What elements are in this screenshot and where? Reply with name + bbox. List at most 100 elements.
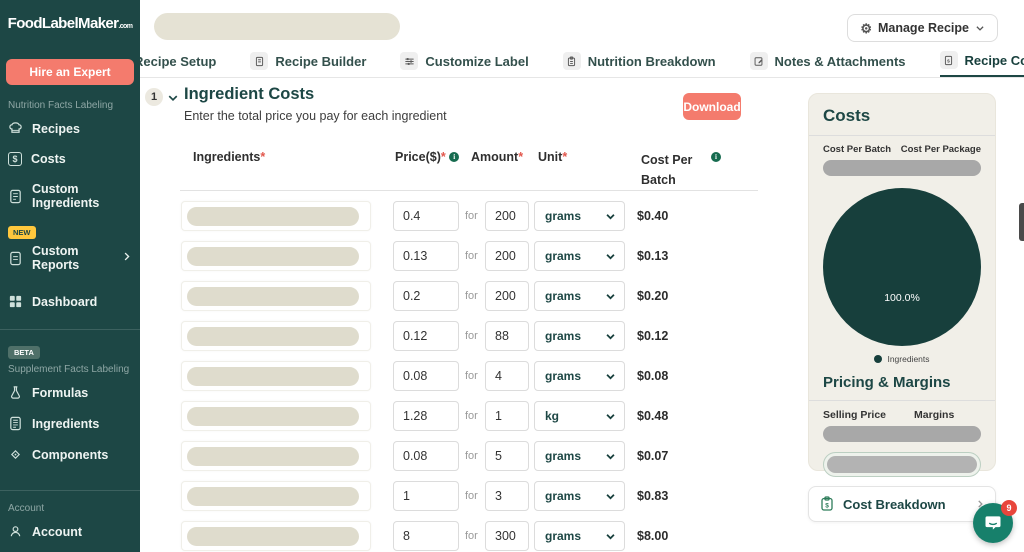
svg-text:$: $ [825, 503, 829, 510]
amount-input[interactable] [485, 521, 529, 551]
sidebar-item-recipes[interactable]: Recipes [0, 113, 140, 144]
ingredient-name-input[interactable] [181, 481, 371, 511]
sidebar-item-account[interactable]: Account [0, 516, 140, 547]
sidebar-item-custom-reports[interactable]: Custom Reports [0, 240, 140, 280]
unit-select[interactable]: grams [534, 201, 625, 231]
amount-input[interactable] [485, 401, 529, 431]
unit-value: grams [545, 329, 605, 343]
price-input[interactable] [393, 201, 459, 231]
for-label: for [465, 250, 478, 262]
unit-value: kg [545, 409, 605, 423]
cost-per-batch-value: $0.83 [637, 489, 668, 503]
page-subtitle: Enter the total price you pay for each i… [184, 109, 447, 123]
sidebar-item-costs[interactable]: $ Costs [0, 144, 140, 174]
unit-select[interactable]: grams [534, 321, 625, 351]
unit-select[interactable]: grams [534, 241, 625, 271]
redacted-ingredient-name [187, 327, 359, 346]
download-button[interactable]: Download [683, 93, 741, 120]
hire-an-expert-button[interactable]: Hire an Expert [6, 59, 134, 85]
sidebar-item-ingredients[interactable]: Ingredients [0, 408, 140, 439]
tab-notes-attachments[interactable]: Notes & Attachments [750, 45, 906, 77]
unit-value: grams [545, 449, 605, 463]
manage-recipe-button[interactable]: ⚙ Manage Recipe [847, 14, 998, 42]
sidebar-item-components[interactable]: Components [0, 439, 140, 470]
app-logo[interactable]: FoodLabelMaker.com [0, 0, 140, 32]
unit-select[interactable]: grams [534, 521, 625, 551]
tab-label: Notes & Attachments [775, 54, 906, 69]
recipe-name-redacted[interactable] [154, 13, 400, 40]
chevron-right-icon[interactable] [121, 251, 132, 265]
report-icon [8, 251, 23, 266]
ingredient-name-input[interactable] [181, 441, 371, 471]
section-number-badge: 1 [145, 88, 163, 106]
sidebar-item-label: Components [32, 448, 108, 462]
chevron-down-icon [605, 371, 616, 382]
sidebar-item-label: Recipes [32, 122, 80, 136]
amount-input[interactable] [485, 281, 529, 311]
amount-input[interactable] [485, 241, 529, 271]
recipe-tabs: Recipe Setup Recipe Builder Customize La… [109, 45, 1024, 77]
sidebar-item-language[interactable]: Language EN [0, 547, 140, 552]
document-icon [8, 189, 23, 204]
beta-badge: BETA [8, 346, 40, 359]
price-input[interactable] [393, 241, 459, 271]
cost-per-package-label[interactable]: Cost Per Package [901, 144, 981, 155]
info-icon[interactable]: i [711, 150, 721, 164]
for-label: for [465, 290, 478, 302]
scrollbar-thumb[interactable] [1019, 203, 1024, 241]
tab-recipe-costing[interactable]: $ Recipe Costing [940, 45, 1024, 77]
chat-bubble-button[interactable]: 9 [973, 503, 1013, 543]
supplement-section-label: Supplement Facts Labeling [8, 364, 140, 375]
new-badge: NEW [8, 226, 36, 239]
ingredient-name-input[interactable] [181, 241, 371, 271]
redacted-ingredient-name [187, 287, 359, 306]
price-input[interactable] [393, 441, 459, 471]
ingredient-name-input[interactable] [181, 321, 371, 351]
tab-label: Recipe Costing [965, 53, 1024, 68]
info-icon[interactable]: i [449, 152, 459, 162]
sidebar-item-dashboard[interactable]: Dashboard [0, 286, 140, 317]
tab-nutrition-breakdown[interactable]: Nutrition Breakdown [563, 45, 716, 77]
ingredient-name-input[interactable] [181, 281, 371, 311]
unit-select[interactable]: grams [534, 281, 625, 311]
tab-customize-label[interactable]: Customize Label [400, 45, 528, 77]
ingredient-name-input[interactable] [181, 201, 371, 231]
price-input[interactable] [393, 401, 459, 431]
cost-per-batch-label[interactable]: Cost Per Batch [823, 144, 891, 155]
price-input[interactable] [393, 321, 459, 351]
unit-value: grams [545, 369, 605, 383]
tab-recipe-builder[interactable]: Recipe Builder [250, 45, 366, 77]
amount-input[interactable] [485, 321, 529, 351]
chevron-down-icon [605, 491, 616, 502]
pie-slice-ingredients [823, 188, 981, 346]
page-title: Ingredient Costs [184, 85, 314, 104]
unit-value: grams [545, 529, 605, 543]
unit-select[interactable]: grams [534, 441, 625, 471]
price-input[interactable] [393, 521, 459, 551]
chevron-down-icon [605, 291, 616, 302]
for-label: for [465, 330, 478, 342]
for-label: for [465, 410, 478, 422]
price-input[interactable] [393, 361, 459, 391]
margin-input-redacted[interactable] [823, 452, 981, 477]
chef-hat-icon [8, 121, 23, 136]
collapse-chevron-icon[interactable] [167, 91, 179, 109]
price-input[interactable] [393, 481, 459, 511]
sidebar-item-formulas[interactable]: Formulas [0, 377, 140, 408]
sidebar-item-custom-ingredients[interactable]: Custom Ingredients [0, 174, 140, 218]
amount-input[interactable] [485, 481, 529, 511]
ingredient-name-input[interactable] [181, 401, 371, 431]
ingredient-name-input[interactable] [181, 521, 371, 551]
sidebar-item-label: Ingredients [32, 417, 99, 431]
price-input[interactable] [393, 281, 459, 311]
amount-input[interactable] [485, 361, 529, 391]
chevron-down-icon [605, 211, 616, 222]
unit-select[interactable]: grams [534, 361, 625, 391]
sidebar-item-label: Formulas [32, 386, 88, 400]
amount-input[interactable] [485, 201, 529, 231]
ingredient-name-input[interactable] [181, 361, 371, 391]
amount-input[interactable] [485, 441, 529, 471]
cost-breakdown-button[interactable]: $ Cost Breakdown [808, 486, 996, 522]
unit-select[interactable]: grams [534, 481, 625, 511]
unit-select[interactable]: kg [534, 401, 625, 431]
